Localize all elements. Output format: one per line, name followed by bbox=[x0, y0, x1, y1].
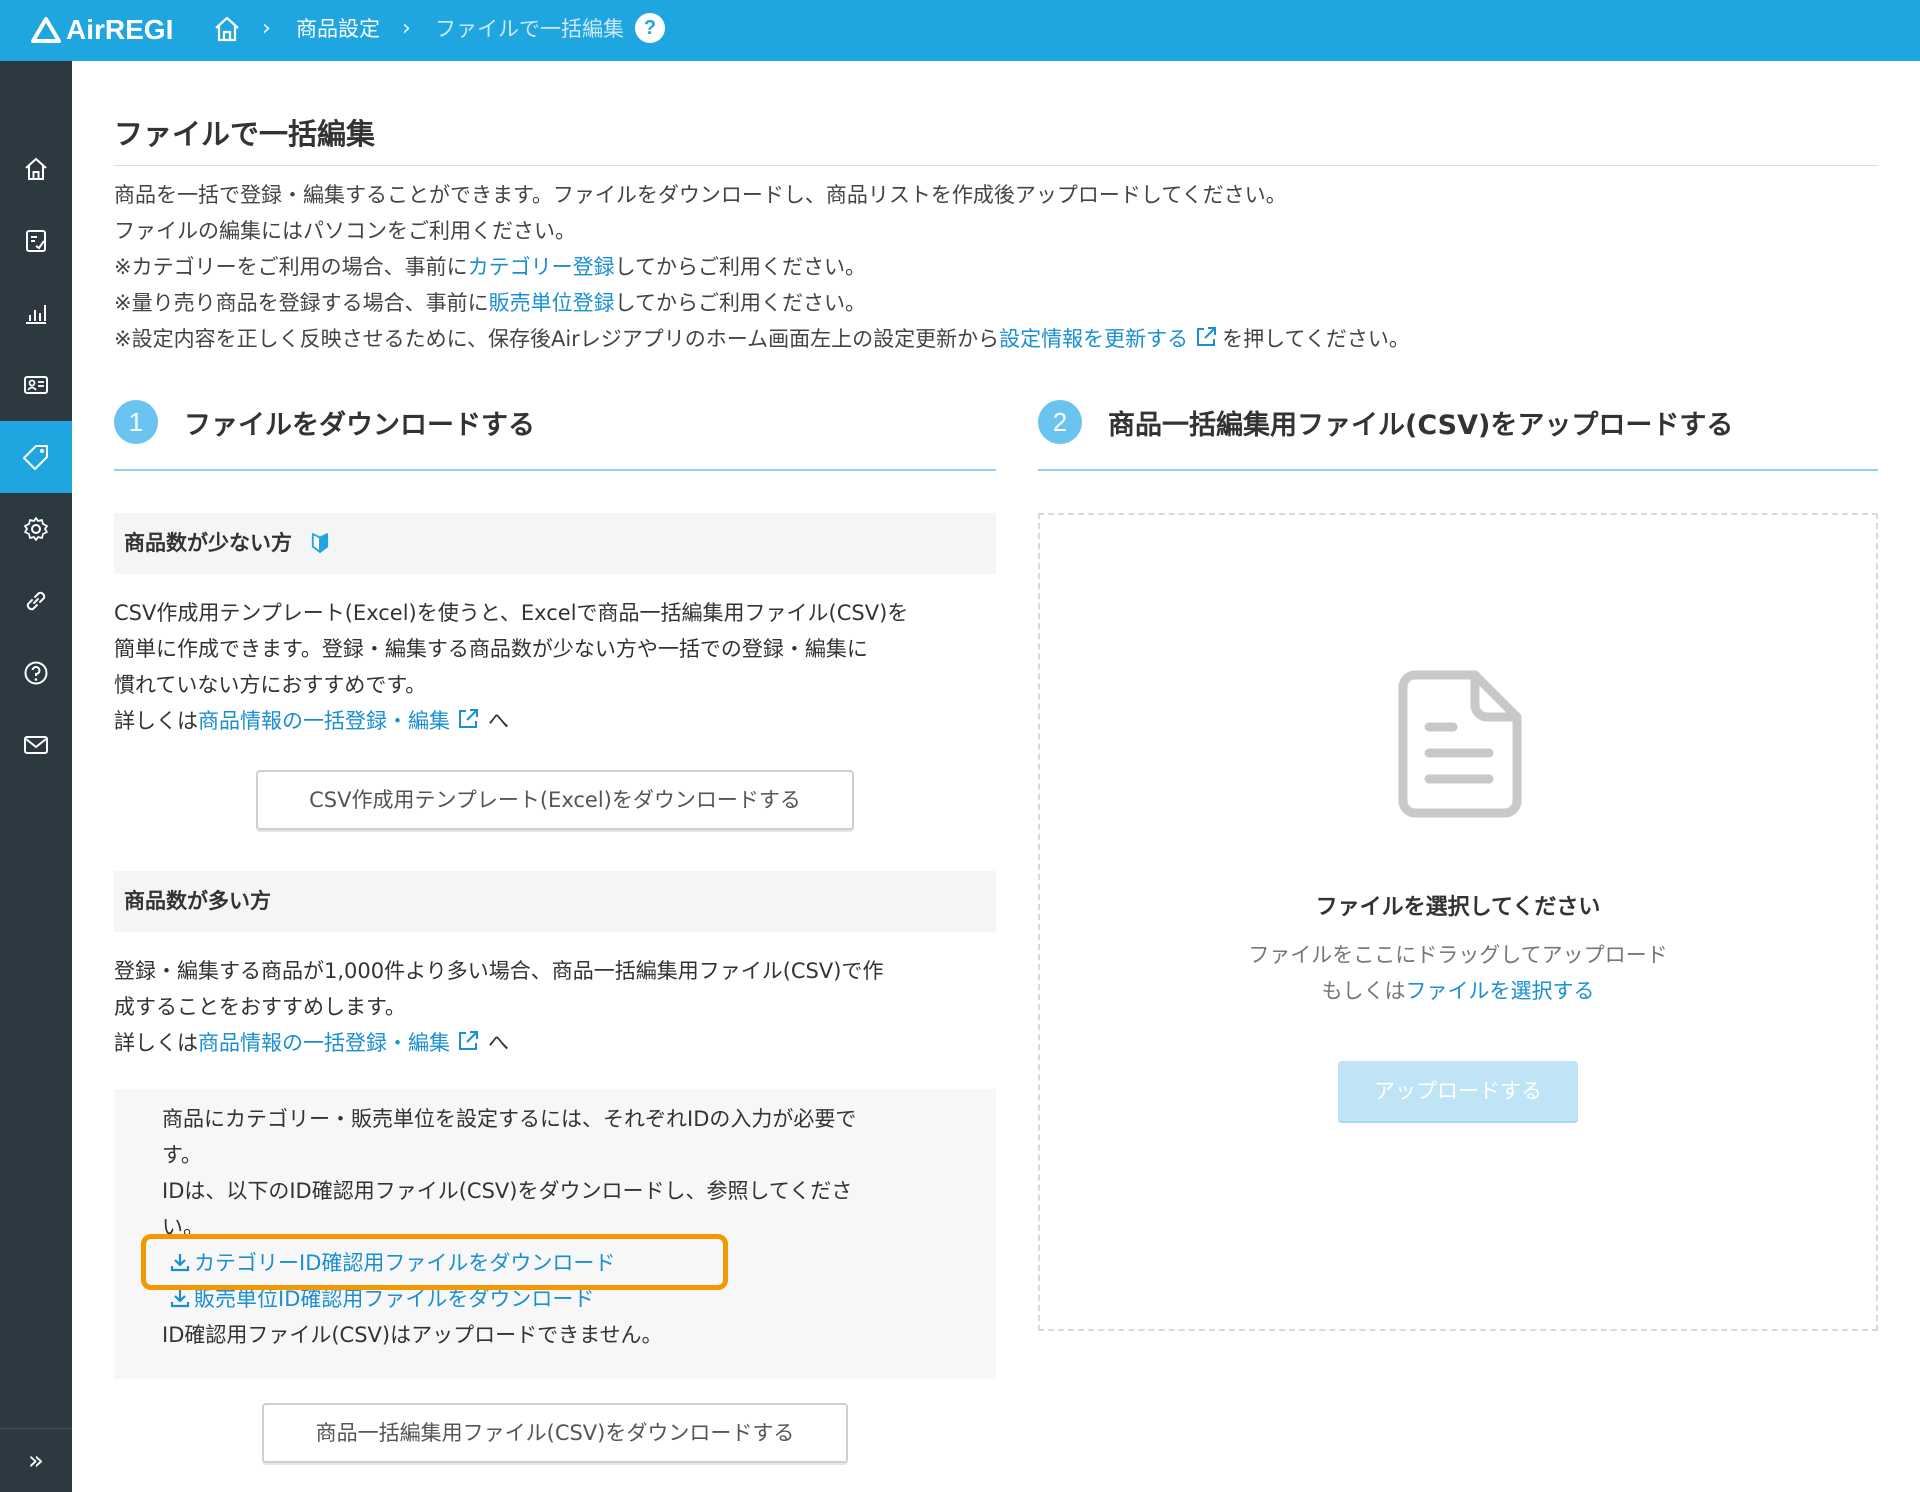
many-products-text: 成することをおすすめします。 bbox=[114, 995, 406, 1019]
update-settings-link[interactable]: 設定情報を更新する bbox=[999, 327, 1218, 351]
sidebar: » bbox=[0, 61, 72, 1492]
file-dropzone[interactable] bbox=[1038, 513, 1878, 1331]
question-icon bbox=[24, 661, 48, 685]
few-products-more: 詳しくは商品情報の一括登録・編集 へ bbox=[114, 703, 996, 739]
id-info-line: 商品にカテゴリー・販売単位を設定するには、それぞれIDの入力が必要で bbox=[162, 1107, 857, 1131]
description-text: を押してください。 bbox=[1222, 327, 1410, 351]
description-text: ※カテゴリーをご利用の場合、事前に bbox=[114, 255, 468, 279]
many-products-description: 登録・編集する商品が1,000件より多い場合、商品一括編集用ファイル(CSV)で… bbox=[114, 953, 996, 1061]
airregi-logo[interactable]: AirREGI bbox=[30, 12, 173, 48]
few-products-heading: 商品数が少ない方 bbox=[114, 513, 996, 574]
bulk-edit-guide-link[interactable]: 商品情報の一括登録・編集 bbox=[198, 1031, 480, 1055]
few-products-description: CSV作成用テンプレート(Excel)を使うと、Excelで商品一括編集用ファイ… bbox=[114, 595, 996, 739]
help-icon[interactable]: ? bbox=[635, 13, 665, 43]
sidebar-item-staff[interactable] bbox=[0, 349, 72, 421]
dropzone-hint-2: もしくはファイルを選択する bbox=[1038, 973, 1878, 1009]
id-upload-note: ID確認用ファイル(CSV)はアップロードできません。 bbox=[162, 1323, 663, 1347]
update-settings-link-label: 設定情報を更新する bbox=[999, 327, 1189, 351]
many-products-more: 詳しくは商品情報の一括登録・編集 へ bbox=[114, 1025, 996, 1061]
description-text: してからご利用ください。 bbox=[614, 255, 866, 279]
beginner-mark-icon bbox=[312, 533, 329, 553]
title-divider bbox=[114, 165, 1878, 166]
external-link-icon bbox=[459, 1031, 478, 1050]
upload-button[interactable]: アップロードする bbox=[1338, 1061, 1578, 1121]
sidebar-item-checklist[interactable] bbox=[0, 205, 72, 277]
dropzone-title: ファイルを選択してください bbox=[1315, 895, 1601, 920]
step-2-divider bbox=[1038, 469, 1878, 471]
more-prefix: 詳しくは bbox=[114, 1031, 198, 1055]
logo-text: AirREGI bbox=[66, 14, 174, 45]
few-products-text: 簡単に作成できます。登録・編集する商品数が少ない方や一括での登録・編集に bbox=[114, 637, 868, 661]
external-link-icon bbox=[459, 709, 478, 728]
document-icon bbox=[1398, 670, 1522, 818]
checklist-icon bbox=[26, 230, 46, 252]
sidebar-expand-button[interactable]: » bbox=[0, 1428, 72, 1492]
sidebar-item-home[interactable] bbox=[0, 133, 72, 205]
download-sales-unit-id-label: 販売単位ID確認用ファイルをダウンロード bbox=[194, 1287, 595, 1311]
description-line: ファイルの編集にはパソコンをご利用ください。 bbox=[114, 219, 576, 243]
step-label: 商品一括編集用ファイル(CSV)をアップロードする bbox=[1108, 409, 1734, 441]
description-text: してからご利用ください。 bbox=[614, 291, 866, 315]
id-info-line: す。 bbox=[162, 1143, 202, 1167]
home-icon bbox=[25, 157, 47, 180]
logo-triangle-icon bbox=[31, 17, 61, 43]
description-text: ※設定内容を正しく反映させるために、保存後Airレジアプリのホーム画面左上の設定… bbox=[114, 327, 1000, 351]
sales-unit-register-link[interactable]: 販売単位登録 bbox=[489, 291, 615, 315]
many-products-text: 登録・編集する商品が1,000件より多い場合、商品一括編集用ファイル(CSV)で… bbox=[114, 959, 884, 983]
description-text: ※量り売り商品を登録する場合、事前に bbox=[114, 291, 489, 315]
id-info-line: IDは、以下のID確認用ファイル(CSV)をダウンロードし、参照してくださ bbox=[162, 1179, 853, 1203]
home-icon[interactable] bbox=[212, 14, 242, 44]
dropzone-hint-prefix: もしくは bbox=[1321, 979, 1406, 1003]
step-2-header: 2 商品一括編集用ファイル(CSV)をアップロードする bbox=[1038, 397, 1733, 447]
breadcrumb-separator: › bbox=[262, 16, 271, 41]
page-description: 商品を一括で登録・編集することができます。ファイルをダウンロードし、商品リストを… bbox=[114, 177, 1874, 357]
few-products-heading-text: 商品数が少ない方 bbox=[124, 531, 292, 555]
few-products-text: 慣れていない方におすすめです。 bbox=[114, 673, 427, 697]
step-1-divider bbox=[114, 469, 996, 471]
download-icon bbox=[170, 1290, 190, 1308]
dropzone-hint: ファイルをここにドラッグしてアップロード bbox=[1248, 943, 1668, 967]
step-number: 1 bbox=[114, 400, 158, 444]
description-line: ※カテゴリーをご利用の場合、事前にカテゴリー登録してからご利用ください。 bbox=[114, 249, 1874, 285]
download-excel-template-button[interactable]: CSV作成用テンプレート(Excel)をダウンロードする bbox=[256, 770, 854, 830]
page-title: ファイルで一括編集 bbox=[114, 117, 376, 151]
more-suffix: へ bbox=[488, 1031, 509, 1055]
sidebar-item-messages[interactable] bbox=[0, 709, 72, 781]
description-line: ※設定内容を正しく反映させるために、保存後Airレジアプリのホーム画面左上の設定… bbox=[114, 321, 1874, 357]
link-icon bbox=[26, 591, 46, 611]
breadcrumb-item-current: ファイルで一括編集 bbox=[435, 17, 624, 41]
highlight-annotation bbox=[141, 1234, 728, 1290]
download-bulk-csv-button[interactable]: 商品一括編集用ファイル(CSV)をダウンロードする bbox=[262, 1403, 848, 1463]
step-label: ファイルをダウンロードする bbox=[184, 409, 535, 441]
sidebar-item-integrations[interactable] bbox=[0, 565, 72, 637]
bulk-edit-guide-link-label: 商品情報の一括登録・編集 bbox=[198, 709, 450, 733]
id-card-icon bbox=[24, 376, 48, 394]
bulk-edit-guide-link-label: 商品情報の一括登録・編集 bbox=[198, 1031, 450, 1055]
breadcrumb-separator: › bbox=[402, 16, 411, 41]
bulk-edit-guide-link[interactable]: 商品情報の一括登録・編集 bbox=[198, 709, 480, 733]
external-link-icon bbox=[1197, 327, 1217, 346]
more-prefix: 詳しくは bbox=[114, 709, 198, 733]
few-products-text: CSV作成用テンプレート(Excel)を使うと、Excelで商品一括編集用ファイ… bbox=[114, 601, 909, 625]
many-products-heading: 商品数が多い方 bbox=[114, 871, 996, 932]
step-1-header: 1 ファイルをダウンロードする bbox=[114, 397, 535, 447]
step-number: 2 bbox=[1038, 400, 1082, 444]
sidebar-item-help[interactable] bbox=[0, 637, 72, 709]
mail-icon bbox=[24, 736, 48, 754]
sidebar-item-products[interactable] bbox=[0, 421, 72, 493]
tag-icon bbox=[23, 445, 48, 470]
breadcrumb-item-product-settings[interactable]: 商品設定 bbox=[296, 14, 380, 44]
id-info-text: 商品にカテゴリー・販売単位を設定するには、それぞれIDの入力が必要で す。 ID… bbox=[162, 1101, 972, 1245]
gear-icon bbox=[24, 517, 48, 541]
description-line: ※量り売り商品を登録する場合、事前に販売単位登録してからご利用ください。 bbox=[114, 285, 1874, 321]
bar-chart-icon bbox=[26, 305, 46, 324]
more-suffix: へ bbox=[488, 709, 509, 733]
sidebar-item-analytics[interactable] bbox=[0, 277, 72, 349]
description-line: 商品を一括で登録・編集することができます。ファイルをダウンロードし、商品リストを… bbox=[114, 183, 1287, 207]
category-register-link[interactable]: カテゴリー登録 bbox=[468, 255, 615, 279]
top-bar: AirREGI › 商品設定 › ファイルで一括編集 ? bbox=[0, 0, 1920, 61]
sidebar-item-settings[interactable] bbox=[0, 493, 72, 565]
select-file-link[interactable]: ファイルを選択する bbox=[1406, 979, 1595, 1003]
